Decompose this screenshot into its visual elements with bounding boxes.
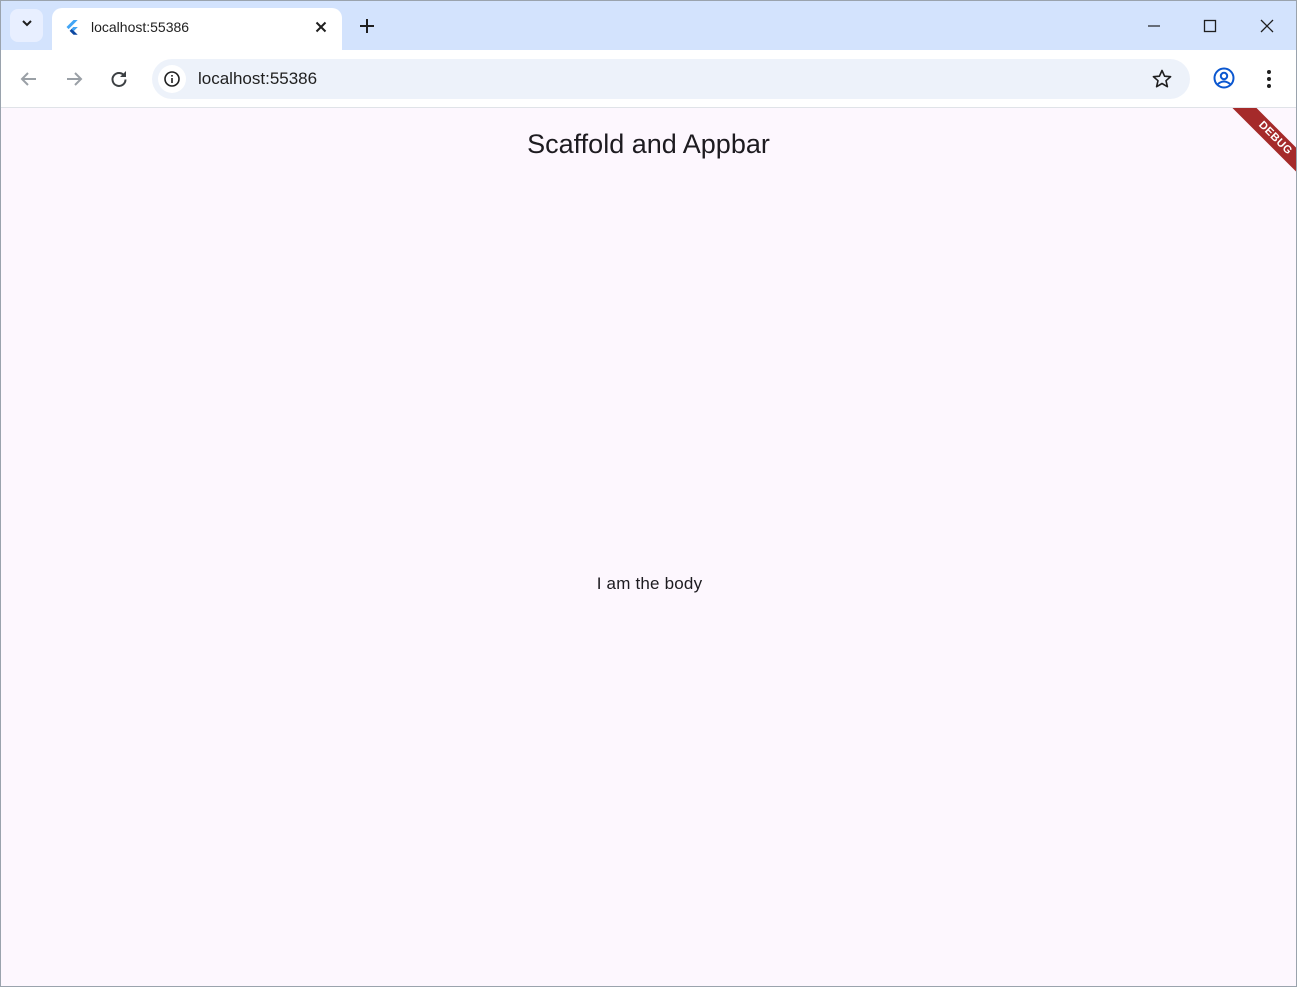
profile-icon[interactable]: [1212, 66, 1236, 90]
reload-icon[interactable]: [107, 67, 131, 91]
back-icon[interactable]: [17, 67, 41, 91]
new-tab-icon[interactable]: [356, 15, 378, 37]
maximize-icon[interactable]: [1198, 14, 1222, 38]
window-close-icon[interactable]: [1255, 14, 1279, 38]
tab-title: localhost:55386: [91, 19, 190, 35]
tab-strip: localhost:55386: [1, 1, 1296, 50]
forward-icon[interactable]: [62, 67, 86, 91]
app-page: Scaffold and Appbar I am the body DEBUG: [1, 108, 1296, 986]
menu-icon[interactable]: [1257, 67, 1281, 91]
site-info-icon[interactable]: [158, 65, 186, 93]
tab-close-icon[interactable]: [312, 18, 330, 36]
browser-tab[interactable]: localhost:55386: [52, 8, 342, 50]
url-text: localhost:55386: [198, 69, 318, 88]
browser-toolbar: localhost:55386: [1, 50, 1296, 108]
body-text: I am the body: [596, 574, 703, 593]
tab-search-button[interactable]: [10, 9, 43, 42]
flutter-logo-icon: [64, 19, 80, 35]
tab-search-icon: [20, 16, 34, 35]
bookmark-star-icon[interactable]: [1152, 69, 1172, 89]
browser-window: localhost:55386 localhost:55386 Scaffold…: [0, 0, 1297, 987]
appbar-title: Scaffold and Appbar: [527, 129, 770, 159]
address-bar[interactable]: localhost:55386: [152, 59, 1190, 99]
minimize-icon[interactable]: [1142, 14, 1166, 38]
